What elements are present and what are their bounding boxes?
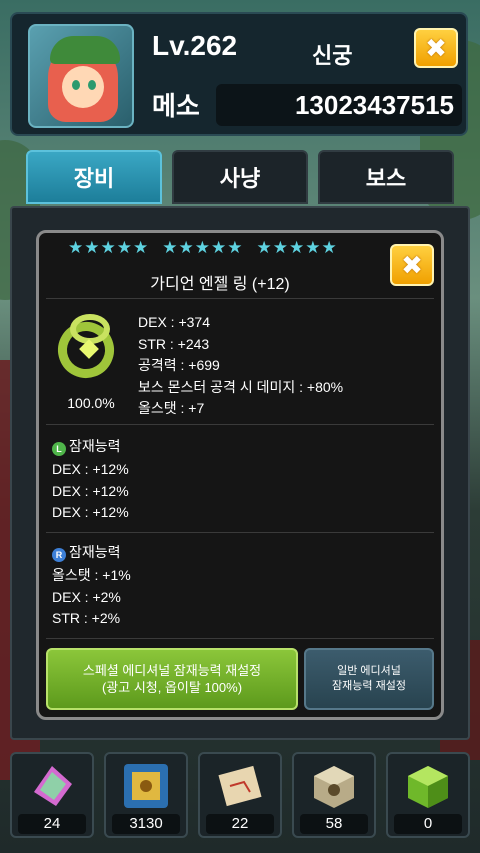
normal-additional-reset-button[interactable]: 일반 에디셔널 잠재능력 재설정 bbox=[304, 648, 434, 710]
character-job: 신궁 bbox=[312, 43, 353, 68]
star-icon: ★ bbox=[289, 238, 305, 257]
stat-line: 올스탯 : +7 bbox=[138, 400, 205, 416]
star-icon: ★ bbox=[227, 238, 243, 257]
golden-box-icon bbox=[124, 764, 168, 808]
star-icon: ★ bbox=[84, 238, 100, 257]
potential-section: L 잠재능력 DEX : +12% DEX : +12% DEX : +12% bbox=[52, 436, 129, 524]
star-icon: ★ bbox=[68, 238, 84, 257]
inventory-count: 58 bbox=[300, 814, 368, 834]
stat-line: DEX : +374 bbox=[138, 314, 210, 330]
tab-equipment[interactable]: 장비 bbox=[26, 150, 162, 204]
additional-line: STR : +2% bbox=[52, 610, 121, 627]
stat-line: STR : +243 bbox=[138, 335, 210, 352]
cube-shard-icon bbox=[34, 766, 72, 806]
meso-value: 13023437515 bbox=[216, 84, 462, 126]
tooltip-close-button[interactable]: ✖ bbox=[390, 244, 434, 286]
star-icon: ★ bbox=[256, 238, 272, 257]
inventory-slot-golden-box[interactable]: 3130 bbox=[104, 752, 188, 838]
close-icon: ✖ bbox=[401, 249, 423, 280]
star-icon: ★ bbox=[133, 238, 149, 257]
item-stats: DEX : +374 STR : +243 공격력 : +699 보스 몬스터 … bbox=[138, 312, 343, 420]
star-group: ★ ★ ★ ★ ★ bbox=[257, 238, 337, 258]
character-level: Lv.262 bbox=[152, 30, 238, 61]
potential-line: DEX : +12% bbox=[52, 482, 129, 499]
special-additional-reset-button[interactable]: 스페셜 에디셔널 잠재능력 재설정 (광고 시청, 옵이탈 100%) bbox=[46, 648, 298, 710]
additional-line: 올스탯 : +1% bbox=[52, 566, 131, 583]
inventory-count: 0 bbox=[394, 814, 462, 834]
ring-icon bbox=[50, 312, 122, 386]
character-header: Lv.262 신궁 ✖ 메소 13023437515 bbox=[10, 12, 468, 136]
potential-title: 잠재능력 bbox=[69, 438, 121, 454]
normal-button-line1: 일반 에디셔널 bbox=[337, 665, 401, 677]
rare-grade-icon: R bbox=[52, 548, 66, 562]
legendary-grade-icon: L bbox=[52, 442, 66, 456]
divider bbox=[46, 298, 434, 299]
meso-label: 메소 bbox=[152, 91, 200, 121]
inventory-count: 22 bbox=[206, 814, 274, 834]
inventory-count: 24 bbox=[18, 814, 86, 834]
item-name: 가디언 엔젤 링 (+12) bbox=[150, 276, 290, 293]
divider bbox=[46, 638, 434, 639]
additional-potential-section: R 잠재능력 올스탯 : +1% DEX : +2% STR : +2% bbox=[52, 542, 131, 630]
green-cube-icon bbox=[408, 766, 448, 808]
star-icon: ★ bbox=[100, 238, 116, 257]
star-icon: ★ bbox=[211, 238, 227, 257]
inventory-slot-cube-shard[interactable]: 24 bbox=[10, 752, 94, 838]
tab-hunting[interactable]: 사냥 bbox=[172, 150, 308, 204]
potential-line: DEX : +12% bbox=[52, 460, 129, 477]
inventory-slot-scroll-map[interactable]: 22 bbox=[198, 752, 282, 838]
inventory-slot-green-cube[interactable]: 0 bbox=[386, 752, 470, 838]
inventory-count: 3130 bbox=[112, 814, 180, 834]
star-icon: ★ bbox=[116, 238, 132, 257]
stat-line: 보스 몬스터 공격 시 데미지 : +80% bbox=[138, 378, 344, 395]
star-group: ★ ★ ★ ★ ★ bbox=[162, 238, 242, 258]
star-icon: ★ bbox=[178, 238, 194, 257]
potential-title-row: L 잠재능력 bbox=[52, 436, 129, 458]
inventory-slot-silver-cube[interactable]: 58 bbox=[292, 752, 376, 838]
tab-label: 장비 bbox=[73, 166, 115, 191]
special-button-line2: (광고 시청, 옵이탈 100%) bbox=[101, 680, 243, 695]
divider bbox=[46, 424, 434, 425]
additional-title-row: R 잠재능력 bbox=[52, 542, 131, 564]
star-group: ★ ★ ★ ★ ★ bbox=[68, 238, 148, 258]
star-icon: ★ bbox=[305, 238, 321, 257]
item-success-rate: 100.0% bbox=[67, 395, 115, 411]
close-icon: ✖ bbox=[425, 32, 447, 63]
star-force-row: ★ ★ ★ ★ ★ ★ ★ ★ ★ ★ ★ ★ ★ ★ ★ bbox=[68, 238, 378, 258]
tab-label: 사냥 bbox=[219, 166, 261, 191]
additional-title: 잠재능력 bbox=[69, 544, 121, 560]
additional-line: DEX : +2% bbox=[52, 588, 121, 605]
tab-boss[interactable]: 보스 bbox=[318, 150, 454, 204]
normal-button-line2: 잠재능력 재설정 bbox=[332, 680, 406, 692]
character-avatar[interactable] bbox=[28, 24, 134, 128]
stat-line: 공격력 : +699 bbox=[138, 357, 220, 373]
star-icon: ★ bbox=[162, 238, 178, 257]
star-icon: ★ bbox=[272, 238, 288, 257]
scroll-map-icon bbox=[218, 765, 262, 807]
divider bbox=[46, 532, 434, 533]
potential-line: DEX : +12% bbox=[52, 504, 129, 521]
star-icon: ★ bbox=[194, 238, 210, 257]
close-button[interactable]: ✖ bbox=[414, 28, 458, 68]
silver-cube-icon bbox=[314, 766, 354, 808]
special-button-line1: 스페셜 에디셔널 잠재능력 재설정 bbox=[82, 663, 262, 678]
star-icon: ★ bbox=[321, 238, 337, 257]
tab-label: 보스 bbox=[365, 166, 407, 191]
